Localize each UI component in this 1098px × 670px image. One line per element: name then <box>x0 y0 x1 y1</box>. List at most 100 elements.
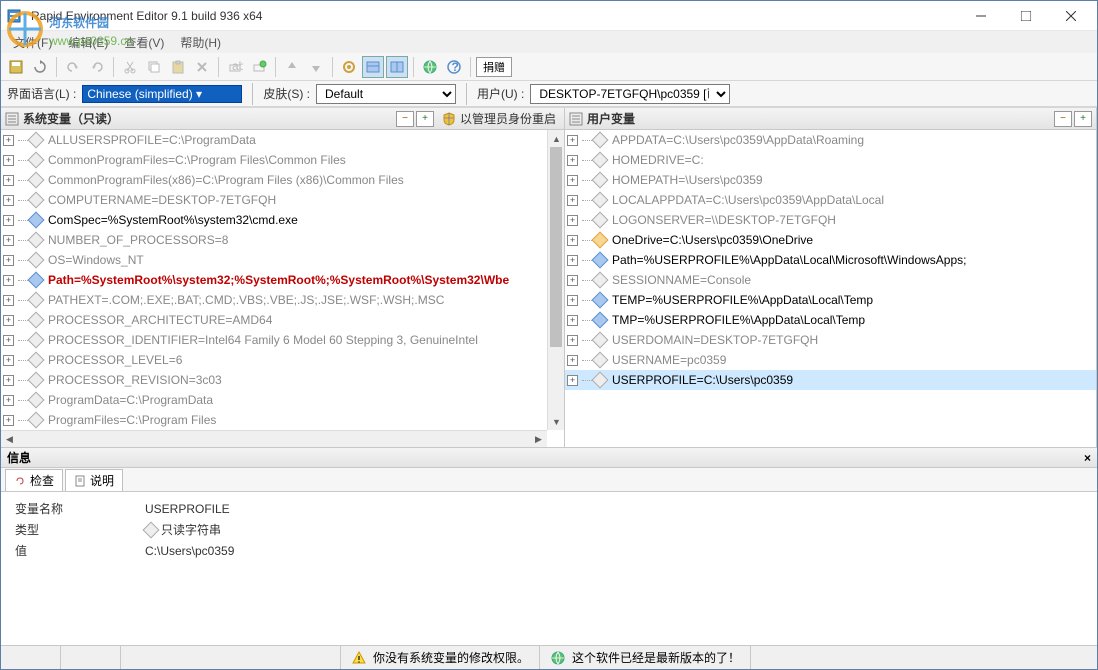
new-var-icon[interactable]: ab <box>224 56 246 78</box>
tree-item[interactable]: +ComSpec=%SystemRoot%\system32\cmd.exe <box>1 210 564 230</box>
copy-icon[interactable] <box>143 56 165 78</box>
expand-icon[interactable]: + <box>567 255 578 266</box>
tree-item[interactable]: +PROCESSOR_ARCHITECTURE=AMD64 <box>1 310 564 330</box>
tree-item[interactable]: +HOMEDRIVE=C: <box>565 150 1096 170</box>
paste-icon[interactable] <box>167 56 189 78</box>
tree-item[interactable]: +NUMBER_OF_PROCESSORS=8 <box>1 230 564 250</box>
scroll-left-icon[interactable]: ◀ <box>1 431 18 447</box>
view2-icon[interactable] <box>386 56 408 78</box>
user-vars-tree[interactable]: +APPDATA=C:\Users\pc0359\AppData\Roaming… <box>565 130 1096 447</box>
menu-file[interactable]: 文件(F) <box>5 32 60 53</box>
expand-button[interactable]: + <box>416 111 434 127</box>
expand-icon[interactable]: + <box>3 315 14 326</box>
tree-item[interactable]: +Path=%USERPROFILE%\AppData\Local\Micros… <box>565 250 1096 270</box>
tab-description[interactable]: 说明 <box>65 469 123 491</box>
expand-icon[interactable]: + <box>3 155 14 166</box>
system-vars-tree[interactable]: +ALLUSERSPROFILE=C:\ProgramData+CommonPr… <box>1 130 564 447</box>
info-close-button[interactable]: × <box>1084 451 1091 465</box>
menu-help[interactable]: 帮助(H) <box>172 32 229 53</box>
expand-icon[interactable]: + <box>567 175 578 186</box>
expand-icon[interactable]: + <box>567 355 578 366</box>
maximize-button[interactable] <box>1003 2 1048 30</box>
expand-icon[interactable]: + <box>3 275 14 286</box>
expand-icon[interactable]: + <box>3 335 14 346</box>
expand-icon[interactable]: + <box>567 315 578 326</box>
tab-check[interactable]: 检查 <box>5 469 63 491</box>
tree-item[interactable]: +SESSIONNAME=Console <box>565 270 1096 290</box>
menu-view[interactable]: 查看(V) <box>116 32 172 53</box>
expand-icon[interactable]: + <box>3 255 14 266</box>
tree-item[interactable]: +PROCESSOR_REVISION=3c03 <box>1 370 564 390</box>
view1-icon[interactable] <box>362 56 384 78</box>
expand-button[interactable]: + <box>1074 111 1092 127</box>
web-icon[interactable] <box>419 56 441 78</box>
donate-button[interactable]: 捐赠 <box>476 57 512 77</box>
expand-icon[interactable]: + <box>567 155 578 166</box>
restart-admin-link[interactable]: 以管理员身份重启 <box>460 110 556 127</box>
tree-item[interactable]: +OneDrive=C:\Users\pc0359\OneDrive <box>565 230 1096 250</box>
menu-edit[interactable]: 编辑(E) <box>60 32 116 53</box>
expand-icon[interactable]: + <box>3 215 14 226</box>
skin-select[interactable]: Default <box>316 84 456 104</box>
expand-icon[interactable]: + <box>3 175 14 186</box>
expand-icon[interactable]: + <box>3 355 14 366</box>
tree-item[interactable]: +PROCESSOR_LEVEL=6 <box>1 350 564 370</box>
expand-icon[interactable]: + <box>567 235 578 246</box>
tree-item[interactable]: +TMP=%USERPROFILE%\AppData\Local\Temp <box>565 310 1096 330</box>
expand-icon[interactable]: + <box>3 195 14 206</box>
help-icon[interactable]: ? <box>443 56 465 78</box>
redo-icon[interactable] <box>86 56 108 78</box>
collapse-button[interactable]: − <box>396 111 414 127</box>
tree-item[interactable]: +USERPROFILE=C:\Users\pc0359 <box>565 370 1096 390</box>
tree-item[interactable]: +LOCALAPPDATA=C:\Users\pc0359\AppData\Lo… <box>565 190 1096 210</box>
tree-item[interactable]: +OS=Windows_NT <box>1 250 564 270</box>
collapse-button[interactable]: − <box>1054 111 1072 127</box>
expand-icon[interactable]: + <box>567 335 578 346</box>
tree-item[interactable]: +LOGONSERVER=\\DESKTOP-7ETGFQH <box>565 210 1096 230</box>
delete-icon[interactable] <box>191 56 213 78</box>
expand-icon[interactable]: + <box>567 275 578 286</box>
tree-item[interactable]: +USERDOMAIN=DESKTOP-7ETGFQH <box>565 330 1096 350</box>
expand-icon[interactable]: + <box>567 135 578 146</box>
tree-item[interactable]: +Path=%SystemRoot%\system32;%SystemRoot%… <box>1 270 564 290</box>
refresh-icon[interactable] <box>29 56 51 78</box>
user-select[interactable]: DESKTOP-7ETGFQH\pc0359 [已 <box>530 84 730 104</box>
expand-icon[interactable]: + <box>3 235 14 246</box>
scrollbar-horizontal[interactable]: ◀ ▶ <box>1 430 547 447</box>
tree-item[interactable]: +ProgramFiles=C:\Program Files <box>1 410 564 430</box>
expand-icon[interactable]: + <box>567 195 578 206</box>
undo-icon[interactable] <box>62 56 84 78</box>
down-icon[interactable] <box>305 56 327 78</box>
tree-item[interactable]: +PROCESSOR_IDENTIFIER=Intel64 Family 6 M… <box>1 330 564 350</box>
expand-icon[interactable]: + <box>3 375 14 386</box>
tree-item[interactable]: +APPDATA=C:\Users\pc0359\AppData\Roaming <box>565 130 1096 150</box>
tree-item[interactable]: +COMPUTERNAME=DESKTOP-7ETGFQH <box>1 190 564 210</box>
close-button[interactable] <box>1048 2 1093 30</box>
scroll-up-icon[interactable]: ▲ <box>548 130 564 147</box>
expand-icon[interactable]: + <box>3 135 14 146</box>
tree-item[interactable]: +HOMEPATH=\Users\pc0359 <box>565 170 1096 190</box>
expand-icon[interactable]: + <box>3 295 14 306</box>
minimize-button[interactable] <box>958 2 1003 30</box>
expand-icon[interactable]: + <box>3 415 14 426</box>
expand-icon[interactable]: + <box>3 395 14 406</box>
cut-icon[interactable] <box>119 56 141 78</box>
tree-item[interactable]: +CommonProgramFiles(x86)=C:\Program File… <box>1 170 564 190</box>
tree-item[interactable]: +ALLUSERSPROFILE=C:\ProgramData <box>1 130 564 150</box>
expand-icon[interactable]: + <box>567 215 578 226</box>
new-val-icon[interactable] <box>248 56 270 78</box>
settings-icon[interactable] <box>338 56 360 78</box>
scroll-down-icon[interactable]: ▼ <box>548 413 564 430</box>
expand-icon[interactable]: + <box>567 295 578 306</box>
save-icon[interactable] <box>5 56 27 78</box>
tree-item[interactable]: +ProgramData=C:\ProgramData <box>1 390 564 410</box>
tree-item[interactable]: +TEMP=%USERPROFILE%\AppData\Local\Temp <box>565 290 1096 310</box>
tree-item[interactable]: +PATHEXT=.COM;.EXE;.BAT;.CMD;.VBS;.VBE;.… <box>1 290 564 310</box>
up-icon[interactable] <box>281 56 303 78</box>
scrollbar-vertical[interactable]: ▲ ▼ <box>547 130 564 430</box>
language-select[interactable]: Chinese (simplified) ▾ <box>82 85 242 103</box>
tree-item[interactable]: +CommonProgramFiles=C:\Program Files\Com… <box>1 150 564 170</box>
scrollbar-thumb[interactable] <box>550 147 562 347</box>
tree-item[interactable]: +USERNAME=pc0359 <box>565 350 1096 370</box>
scroll-right-icon[interactable]: ▶ <box>530 431 547 447</box>
